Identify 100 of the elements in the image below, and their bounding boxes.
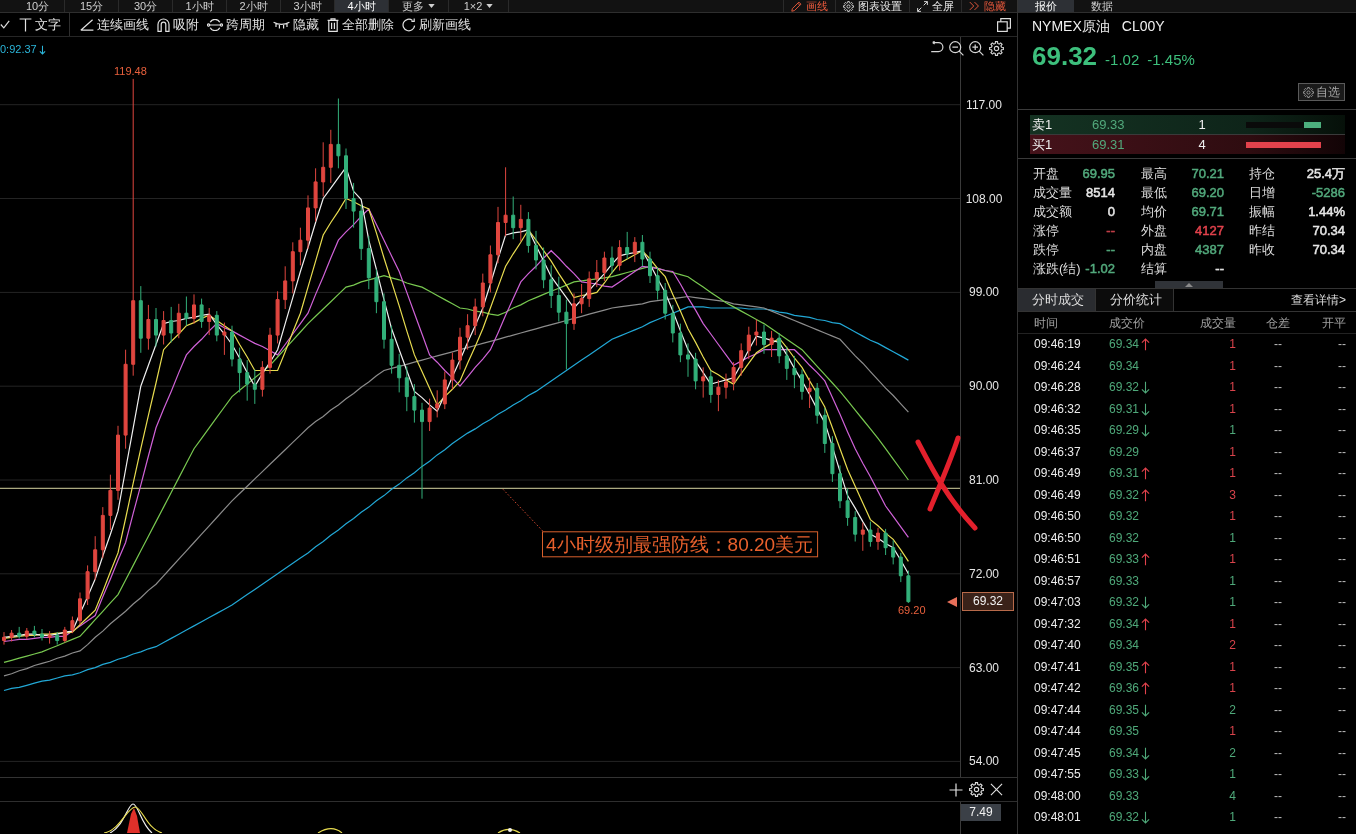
trade-volume: 2 <box>1229 638 1236 654</box>
interval-tab[interactable]: 10分 <box>11 0 65 12</box>
candlestick <box>556 276 561 322</box>
candlestick <box>161 310 166 345</box>
trade-price: 69.32 <box>1109 380 1140 396</box>
candlestick <box>17 626 22 639</box>
interval-tab[interactable]: 15分 <box>65 0 119 12</box>
trade-price: 69.33 <box>1109 767 1140 783</box>
order-price: 69.31 <box>1092 136 1126 153</box>
trade-volume: 3 <box>1229 487 1236 503</box>
candlestick <box>602 251 607 282</box>
check-icon[interactable] <box>0 20 10 29</box>
open-close-text: -- <box>1338 767 1346 783</box>
candlestick <box>192 293 196 325</box>
candlestick <box>731 361 736 391</box>
candlestick <box>116 425 120 501</box>
candlestick <box>906 570 911 604</box>
zoom-in-icon[interactable] <box>969 41 984 56</box>
candlestick <box>503 166 508 237</box>
watchlist-button[interactable]: 自选 <box>1298 83 1345 101</box>
price-pointer-icon <box>947 597 957 607</box>
stat-value: -- <box>1214 261 1224 276</box>
fullscreen-button[interactable]: 全屏 <box>909 0 961 12</box>
candlestick <box>610 246 614 275</box>
settings-icon[interactable] <box>969 782 984 797</box>
trades-tab[interactable]: 分时成交 <box>1018 289 1096 311</box>
stat-value: 70.21 <box>1191 166 1224 181</box>
interval-tab[interactable]: 30分 <box>119 0 173 12</box>
position-change-text: -- <box>1274 444 1282 460</box>
magnet-icon <box>157 17 170 32</box>
stat-value: -- <box>1105 242 1115 257</box>
draw-button[interactable]: 画线 <box>783 0 835 12</box>
candlestick <box>526 211 531 254</box>
hide-drawings-button[interactable]: 隐藏 <box>273 16 319 33</box>
details-link[interactable]: 查看详情> <box>1291 289 1356 311</box>
trade-time: 09:46:35 <box>1034 423 1082 439</box>
trade-time: 09:46:49 <box>1034 487 1082 503</box>
candlestick <box>693 352 698 390</box>
settings-icon[interactable] <box>989 41 1004 56</box>
open-close-text: -- <box>1338 358 1346 374</box>
delete-all-button[interactable]: 全部删除 <box>327 16 394 33</box>
trade-volume: 2 <box>1229 745 1236 761</box>
trade-time: 09:46:57 <box>1034 573 1082 589</box>
stat-value: 1.44% <box>1307 204 1345 219</box>
refresh-icon <box>402 17 416 32</box>
trade-price: 69.35 <box>1109 659 1140 675</box>
trade-price: 69.31 <box>1109 401 1140 417</box>
candlestick <box>632 236 637 263</box>
chart-settings-button[interactable]: 图表设置 <box>835 0 909 12</box>
trade-volume: 1 <box>1229 595 1236 611</box>
stat-label: 昨收 <box>1249 242 1276 257</box>
snap-button[interactable]: 吸附 <box>157 16 199 33</box>
candlestick <box>898 552 903 583</box>
trade-volume: 1 <box>1229 616 1236 632</box>
candlestick <box>883 528 888 556</box>
candlestick <box>389 325 394 375</box>
candlestick <box>496 206 500 264</box>
refresh-drawings-button[interactable]: 刷新画线 <box>402 16 471 33</box>
close-icon[interactable] <box>990 783 1003 796</box>
return-arrow-icon[interactable] <box>930 41 944 53</box>
candlestick <box>321 141 326 197</box>
interval-tab[interactable]: 1小时 <box>173 0 227 12</box>
panel-tab[interactable]: 报价 <box>1018 0 1074 12</box>
polyline-tool-button[interactable]: 连续画线 <box>80 16 149 33</box>
interval-tab[interactable]: 2小时 <box>227 0 281 12</box>
candlestick <box>891 539 896 565</box>
hide-panel-button[interactable]: 隐藏 <box>961 0 1013 12</box>
stat-value: 69.71 <box>1191 204 1224 219</box>
candlestick <box>572 292 576 331</box>
position-change-text: -- <box>1274 401 1282 417</box>
position-change-text: -- <box>1274 530 1282 546</box>
restore-window-icon[interactable] <box>997 17 1011 32</box>
text-tool-button[interactable]: 文字 <box>19 16 61 33</box>
trade-price: 69.33 <box>1109 552 1140 568</box>
candlestick <box>374 268 379 314</box>
closed-eye-icon <box>273 20 290 29</box>
interval-tab[interactable]: 4小时 <box>335 0 389 12</box>
candlestick <box>708 370 713 404</box>
candlestick <box>860 522 865 552</box>
panel-tab[interactable]: 数据 <box>1074 0 1130 12</box>
trade-price: 69.34 <box>1109 616 1140 632</box>
open-close-text: -- <box>1338 788 1346 804</box>
candlestick <box>298 227 303 266</box>
position-change-text: -- <box>1274 552 1282 568</box>
cross-period-button[interactable]: 跨周期 <box>207 16 265 33</box>
candlestick <box>648 251 652 284</box>
candlestick <box>336 98 341 169</box>
collapse-handle[interactable] <box>1155 281 1223 288</box>
column-header: 仓差 <box>1266 314 1290 331</box>
candlestick <box>625 231 630 260</box>
expand-icon <box>917 0 928 12</box>
candlestick <box>678 323 683 363</box>
plus-icon[interactable] <box>949 782 963 797</box>
candlestick <box>412 383 417 424</box>
dropdown-menu[interactable]: 更多 <box>389 0 449 12</box>
trades-tab[interactable]: 分价统计 <box>1096 289 1174 311</box>
zoom-out-icon[interactable] <box>949 41 964 56</box>
dropdown-menu[interactable]: 1×2 <box>449 0 509 12</box>
candlestick <box>769 330 774 358</box>
position-change-text: -- <box>1274 573 1282 589</box>
